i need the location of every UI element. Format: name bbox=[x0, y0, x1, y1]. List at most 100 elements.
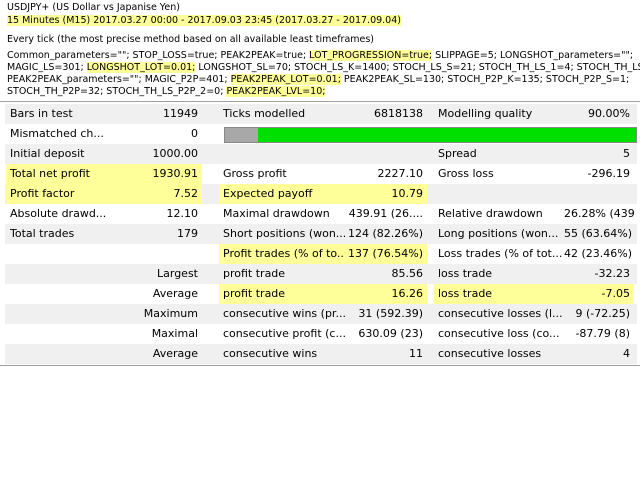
table-row: Total net profit 1930.91 Gross profit 2227.… bbox=[5, 164, 637, 184]
table-row: Largest profit trade 85.56 loss trade -32.23 bbox=[5, 264, 637, 284]
cell-value-3: 26.28% (439.... bbox=[564, 207, 634, 220]
cell-value-2: 630.09 (23) bbox=[358, 327, 423, 340]
cell-value-2 bbox=[345, 144, 427, 164]
symbol-line: USDJPY+ (US Dollar vs Japanise Yen) bbox=[7, 2, 180, 13]
cell-value-1: 12.10 bbox=[166, 207, 199, 220]
cell-value-1: 11949 bbox=[163, 107, 198, 120]
cell-label-3: consecutive loss (co... bbox=[438, 327, 560, 340]
cell-label-1: Bars in test bbox=[10, 107, 73, 120]
cell-value-3: 42 (23.46%) bbox=[564, 247, 633, 260]
table-row: Average profit trade 16.26 loss trade -7.05 bbox=[5, 284, 637, 304]
cell-label-3: Long positions (won... bbox=[438, 227, 559, 240]
cell-value-2: 2227.10 bbox=[377, 167, 424, 180]
cell-label-2: consecutive wins (pr... bbox=[223, 307, 345, 320]
cell-label-1: Initial deposit bbox=[10, 147, 85, 160]
modelling-quality-bar bbox=[224, 127, 637, 143]
cell-value-3: 55 (63.64%) bbox=[564, 227, 633, 240]
cell-label-3: loss trade bbox=[434, 284, 564, 304]
cell-label-3: Modelling quality bbox=[438, 107, 533, 120]
cell-label-2: profit trade bbox=[219, 284, 345, 304]
params-line-2: MAGIC_LS=301; LONGSHOT_LOT=0.01; LONGSHO… bbox=[7, 62, 640, 73]
cell-label-1: Total trades bbox=[10, 227, 75, 240]
param-segment: PEAK2PEAK_parameters=""; MAGIC_P2P=401; bbox=[7, 74, 231, 85]
cell-label-1: Profit factor bbox=[6, 184, 124, 204]
table-row: Mismatched ch... 0 bbox=[5, 124, 637, 144]
cell-value-2: 6818138 bbox=[374, 107, 423, 120]
cell-value-1: 1000.00 bbox=[152, 147, 199, 160]
param-segment: SLIPPAGE=5; LONGSHOT_parameters=""; bbox=[432, 50, 634, 61]
cell-label-2: consecutive wins bbox=[223, 347, 318, 360]
cell-value-2: 439.91 (26.... bbox=[348, 207, 423, 220]
cell-label-1: Total net profit bbox=[6, 164, 124, 184]
table-row: Average consecutive wins 11 consecutive los… bbox=[5, 344, 637, 364]
params-line-4: STOCH_TH_P2P=32; STOCH_TH_LS_P2P_2=0; PE… bbox=[7, 86, 326, 97]
header-divider bbox=[0, 101, 640, 102]
cell-value-2: 11 bbox=[409, 347, 423, 360]
cell-label-1: Absolute drawd... bbox=[10, 207, 107, 220]
cell-label-3: consecutive losses bbox=[438, 347, 542, 360]
cell-value-3: 9 (-72.25) bbox=[575, 307, 630, 320]
params-line-1: Common_parameters=""; STOP_LOSS=true; PE… bbox=[7, 50, 633, 61]
cell-label-2: Expected payoff bbox=[219, 184, 345, 204]
period-text: 15 Minutes (M15) 2017.03.27 00:00 - 2017… bbox=[7, 15, 401, 26]
cell-value-1: 7.52 bbox=[124, 184, 202, 204]
param-segment: LOT_PROGRESSION=true; bbox=[309, 50, 433, 61]
table-row: Profit factor 7.52 Expected payoff 10.79 bbox=[5, 184, 637, 204]
cell-label-1 bbox=[6, 324, 124, 344]
cell-value-2: 16.26 bbox=[345, 284, 427, 304]
cell-value-3: -296.19 bbox=[587, 167, 630, 180]
cell-value-1: Maximal bbox=[151, 327, 198, 340]
table-bottom-divider bbox=[0, 365, 640, 366]
cell-value-2: 10.79 bbox=[345, 184, 427, 204]
cell-value-1: Average bbox=[152, 347, 198, 360]
cell-value-2: 124 (82.26%) bbox=[347, 227, 423, 240]
cell-value-3: -32.23 bbox=[594, 267, 630, 280]
cell-value-1: 0 bbox=[191, 127, 198, 140]
cell-value-2: 31 (592.39) bbox=[358, 307, 423, 320]
cell-label-2: consecutive profit (c... bbox=[223, 327, 345, 340]
cell-label-2: Ticks modelled bbox=[223, 107, 306, 120]
cell-label-2: Short positions (won... bbox=[223, 227, 345, 240]
cell-label-2: Maximal drawdown bbox=[223, 207, 330, 220]
cell-value-2: 137 (76.54%) bbox=[345, 244, 427, 264]
param-segment: MAGIC_LS=301; bbox=[7, 62, 87, 73]
param-segment: STOCH_TH_P2P=32; STOCH_TH_LS_P2P_2=0; bbox=[7, 86, 227, 97]
model-line: Every tick (the most precise method base… bbox=[7, 34, 375, 45]
period-line: 15 Minutes (M15) 2017.03.27 00:00 - 2017… bbox=[7, 15, 401, 26]
cell-label-3: consecutive losses (l... bbox=[438, 307, 563, 320]
cell-label-2 bbox=[219, 144, 345, 164]
cell-value-3: 90.00% bbox=[588, 107, 630, 120]
param-segment: PEAK2PEAK_SL=130; STOCH_P2P_K=135; STOCH… bbox=[340, 74, 630, 85]
cell-value-1 bbox=[124, 244, 202, 264]
cell-label-2: Profit trades (% of to... bbox=[219, 244, 345, 264]
cell-value-3: -87.79 (8) bbox=[575, 327, 630, 340]
table-row: Maximal consecutive profit (c... 630.09 (2… bbox=[5, 324, 637, 344]
cell-label-1 bbox=[6, 304, 124, 324]
cell-value-2: 85.56 bbox=[391, 267, 424, 280]
table-row: Profit trades (% of to... 137 (76.54%) Los… bbox=[5, 244, 637, 264]
params-line-3: PEAK2PEAK_parameters=""; MAGIC_P2P=401; … bbox=[7, 74, 629, 85]
cell-value-1: Largest bbox=[157, 267, 198, 280]
table-row: Maximum consecutive wins (pr... 31 (592.39… bbox=[5, 304, 637, 324]
cell-value-3: 4 bbox=[623, 347, 630, 360]
cell-label-1 bbox=[6, 244, 124, 264]
cell-label-1 bbox=[6, 284, 124, 304]
table-row: Absolute drawd... 12.10 Maximal drawdown 43… bbox=[5, 204, 637, 224]
cell-label-1 bbox=[6, 264, 124, 284]
table-row: Bars in test 11949 Ticks modelled 6818138 Mo… bbox=[5, 104, 637, 124]
param-segment: PEAK2PEAK_LOT=0.01; bbox=[230, 74, 341, 85]
table-row: Initial deposit 1000.00 Spread 5 bbox=[5, 144, 637, 164]
cell-value-1: Average bbox=[152, 287, 198, 300]
cell-label-3: loss trade bbox=[438, 267, 493, 280]
param-segment: LONGSHOT_LOT=0.01; bbox=[86, 62, 196, 73]
cell-value-3 bbox=[564, 184, 634, 204]
cell-label-2: profit trade bbox=[223, 267, 286, 280]
cell-value-3: -7.05 bbox=[564, 284, 634, 304]
param-segment: LONGSHOT_SL=70; STOCH_LS_K=1400; STOCH_L… bbox=[195, 62, 640, 73]
cell-label-1: Mismatched ch... bbox=[10, 127, 104, 140]
cell-label-1 bbox=[6, 344, 124, 364]
cell-value-3: 5 bbox=[623, 147, 630, 160]
mismatched-chart-segment bbox=[225, 128, 258, 142]
cell-label-3: Loss trades (% of tot... bbox=[438, 247, 563, 260]
table-row: Total trades 179 Short positions (won... 12… bbox=[5, 224, 637, 244]
